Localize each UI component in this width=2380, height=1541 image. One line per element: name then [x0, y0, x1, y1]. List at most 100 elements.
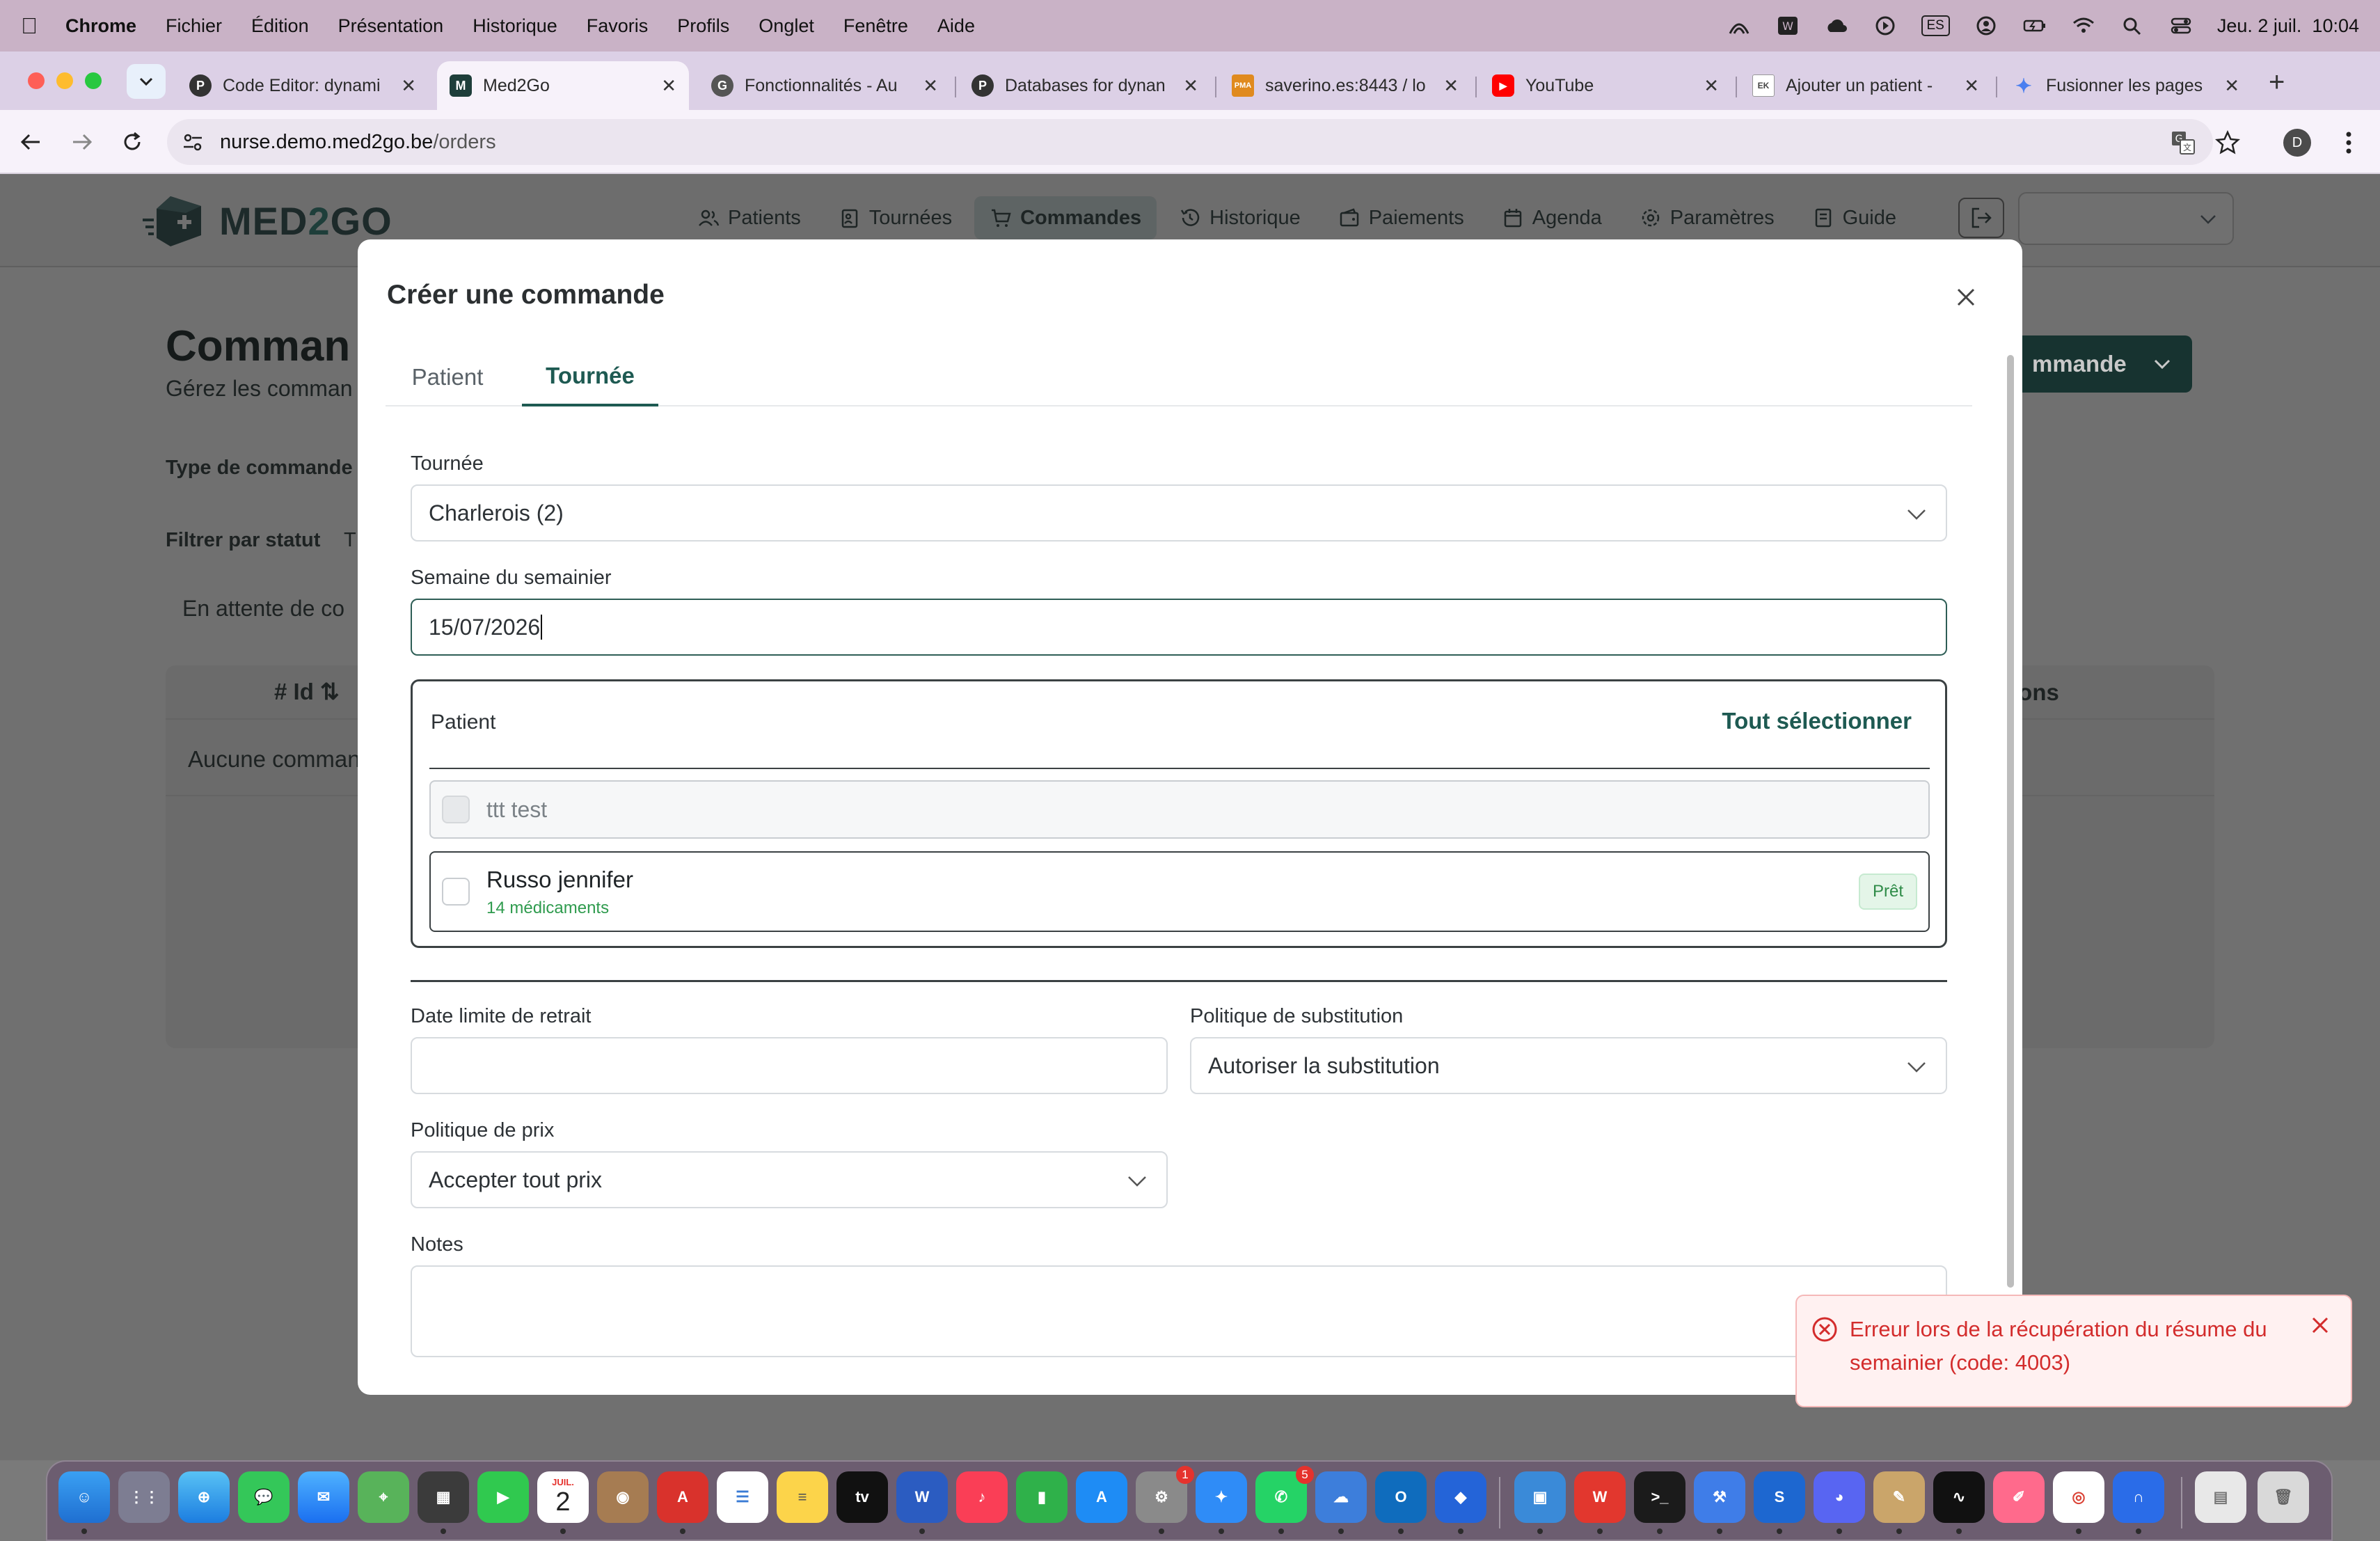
roblox-icon[interactable]: ◆ [1435, 1471, 1486, 1523]
reminders-icon[interactable]: ☰ [717, 1471, 768, 1523]
chrome-menu-icon[interactable] [2331, 125, 2366, 160]
browser-tab[interactable]: EK Ajouter un patient - ✕ [1740, 61, 1992, 110]
facetime-icon[interactable]: ▶ [477, 1471, 529, 1523]
app-store-icon[interactable]: A [1076, 1471, 1127, 1523]
calculator-icon[interactable]: ▦ [418, 1471, 469, 1523]
close-tab-icon[interactable]: ✕ [1704, 75, 1719, 97]
close-tab-icon[interactable]: ✕ [1964, 75, 1979, 97]
close-tab-icon[interactable]: ✕ [661, 75, 676, 97]
close-tab-icon[interactable]: ✕ [2224, 75, 2239, 97]
price-policy-select[interactable]: Accepter tout prix [411, 1151, 1168, 1208]
browser-tab[interactable]: ✦ Fusionner les pages ✕ [2000, 61, 2252, 110]
battery-icon[interactable] [2022, 15, 2047, 36]
new-tab-plus-icon[interactable]: + [2269, 67, 2285, 98]
wps-office-icon[interactable]: W [1574, 1471, 1626, 1523]
input-source-indicator[interactable]: ES [1921, 15, 1950, 36]
browser-tab[interactable]: P Databases for dynan ✕ [959, 61, 1211, 110]
sourcetree-icon[interactable]: S [1754, 1471, 1805, 1523]
arc-browser-icon[interactable]: ∩ [2113, 1471, 2164, 1523]
site-settings-icon[interactable] [182, 133, 203, 152]
apple-menu-icon[interactable]:  [21, 13, 38, 39]
close-modal-button[interactable] [1949, 280, 1983, 315]
week-date-input[interactable]: 15/07/2026 [411, 599, 1947, 656]
launchpad-icon[interactable]: ⋮⋮ [118, 1471, 170, 1523]
contacts-icon[interactable]: ◉ [597, 1471, 649, 1523]
apple-tv-icon[interactable]: tv [836, 1471, 888, 1523]
profile-avatar[interactable]: D [2280, 125, 2315, 160]
outlook-icon[interactable]: O [1375, 1471, 1427, 1523]
browser-tab[interactable]: ▶ YouTube ✕ [1479, 61, 1731, 110]
notes-textarea[interactable] [411, 1265, 1947, 1357]
status-filter-first[interactable]: T [344, 529, 356, 552]
close-window-button[interactable] [28, 72, 45, 89]
maps-icon[interactable]: ⌖ [358, 1471, 409, 1523]
gimp-icon[interactable]: ✎ [1873, 1471, 1925, 1523]
menu-favoris[interactable]: Favoris [587, 15, 649, 37]
activity-monitor-icon[interactable]: ∿ [1933, 1471, 1985, 1523]
menu-app-name[interactable]: Chrome [65, 15, 136, 37]
select-all-button[interactable]: Tout sélectionner [1722, 708, 1912, 734]
control-center-icon[interactable] [2168, 15, 2193, 36]
numbers-icon[interactable]: ▮ [1016, 1471, 1068, 1523]
nav-historique[interactable]: Historique [1164, 196, 1316, 239]
cloud-icon[interactable] [1824, 15, 1849, 36]
account-select[interactable] [2018, 192, 2234, 245]
spotlight-search-icon[interactable] [2120, 15, 2145, 36]
minimize-window-button[interactable] [56, 72, 73, 89]
xcode-icon[interactable]: ⚒ [1694, 1471, 1745, 1523]
menu-aide[interactable]: Aide [937, 15, 975, 37]
safari-icon[interactable]: ⊕ [178, 1471, 230, 1523]
preview-icon[interactable]: ▣ [1514, 1471, 1566, 1523]
music-icon[interactable]: ♪ [956, 1471, 1008, 1523]
downloads-stack-icon[interactable]: ▤ [2195, 1471, 2246, 1523]
patient-row[interactable]: Russo jennifer 14 médicaments Prêt [429, 851, 1930, 932]
menubar-clock[interactable]: Jeu. 2 juil. 10:04 [2217, 15, 2359, 37]
trash-icon[interactable]: 🗑 [2258, 1471, 2309, 1523]
wifi-icon[interactable] [2071, 15, 2096, 36]
mail-icon[interactable]: ✉ [298, 1471, 349, 1523]
translate-icon[interactable]: G文 [2166, 125, 2200, 160]
nav-parametres[interactable]: Paramètres [1624, 196, 1790, 239]
close-tab-icon[interactable]: ✕ [923, 75, 938, 97]
close-tab-icon[interactable]: ✕ [401, 75, 416, 97]
remote-desktop-icon[interactable]: ☁ [1315, 1471, 1367, 1523]
wps-status-icon[interactable]: W [1775, 15, 1800, 36]
notion-calendar-icon[interactable]: ✐ [1993, 1471, 2045, 1523]
menu-historique[interactable]: Historique [473, 15, 557, 37]
browser-tab[interactable]: P Code Editor: dynami ✕ [177, 61, 429, 110]
close-tab-icon[interactable]: ✕ [1443, 75, 1459, 97]
menu-fichier[interactable]: Fichier [166, 15, 222, 37]
chrome-icon[interactable]: ◎ [2053, 1471, 2104, 1523]
nav-guide[interactable]: Guide [1797, 196, 1912, 239]
menu-onglet[interactable]: Onglet [759, 15, 814, 37]
tournee-select[interactable]: Charlerois (2) [411, 484, 1947, 542]
discord-icon[interactable]: ◕ [1814, 1471, 1865, 1523]
menu-presentation[interactable]: Présentation [338, 15, 444, 37]
logout-button[interactable] [1958, 198, 2004, 238]
browser-tab[interactable]: G Fonctionnalités - Au ✕ [699, 61, 951, 110]
browser-tab[interactable]: PMA saverino.es:8443 / lo ✕ [1219, 61, 1471, 110]
reload-icon[interactable] [117, 127, 148, 157]
modal-scrollbar[interactable] [2007, 355, 2014, 1288]
med2go-logo[interactable]: MED2GO [143, 193, 392, 248]
nav-tournees[interactable]: Tournées [823, 196, 967, 239]
browser-tab-active[interactable]: M Med2Go ✕ [437, 61, 689, 110]
bookmark-star-icon[interactable] [2210, 125, 2245, 160]
arc-status-icon[interactable] [1727, 15, 1752, 36]
notes-app-icon[interactable]: ≡ [777, 1471, 828, 1523]
substitution-select[interactable]: Autoriser la substitution [1190, 1037, 1947, 1094]
zoom-window-button[interactable] [85, 72, 102, 89]
finder-icon[interactable]: ☺ [58, 1471, 110, 1523]
calendar-app-icon[interactable]: JUIL. 2 [537, 1471, 589, 1523]
menu-edition[interactable]: Édition [251, 15, 309, 37]
terminal-icon[interactable]: >_ [1634, 1471, 1685, 1523]
nav-paiements[interactable]: Paiements [1323, 196, 1479, 239]
tab-tournee[interactable]: Tournée [522, 348, 658, 406]
tab-patient[interactable]: Patient [386, 348, 509, 406]
close-toast-button[interactable] [2306, 1311, 2334, 1339]
word-icon[interactable]: W [896, 1471, 948, 1523]
play-status-icon[interactable] [1873, 15, 1898, 36]
nav-commandes[interactable]: Commandes [974, 196, 1157, 239]
patient-checkbox[interactable] [442, 878, 470, 906]
tab-search-button[interactable] [127, 64, 166, 99]
